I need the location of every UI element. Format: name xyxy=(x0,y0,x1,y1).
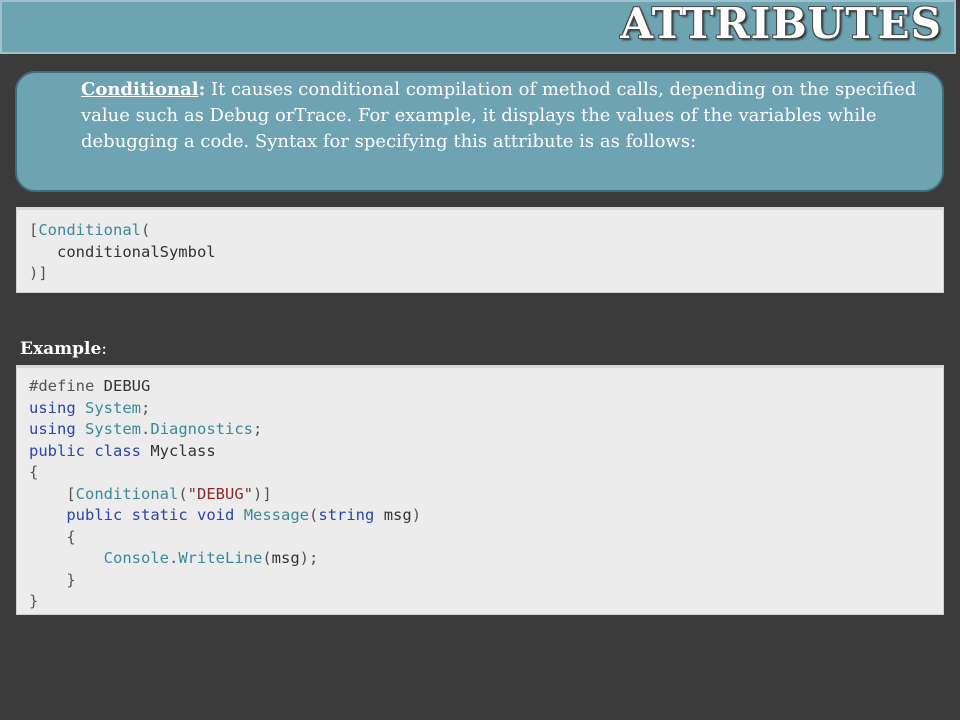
definition-box: Conditional: It causes conditional compi… xyxy=(15,71,944,192)
code-line: { xyxy=(66,527,76,546)
code-line: { xyxy=(29,463,39,481)
code-line: conditionalSymbol xyxy=(29,242,216,261)
example-code-block: #define DEBUG using System; using System… xyxy=(16,365,944,615)
code-line: using System; xyxy=(29,398,151,417)
code-line: #define DEBUG xyxy=(29,377,151,395)
code-line: [Conditional( xyxy=(29,221,151,239)
definition-text: Conditional: It causes conditional compi… xyxy=(81,77,918,155)
code-line: } xyxy=(66,570,76,589)
code-line: [Conditional("DEBUG")] xyxy=(66,484,272,503)
code-line: public static void Message(string msg) xyxy=(66,506,422,524)
example-label-colon: : xyxy=(101,339,107,359)
slide-title: ATTRIBUTES xyxy=(620,0,942,48)
code-line: using System.Diagnostics; xyxy=(29,420,263,438)
code-line: public class Myclass xyxy=(29,441,216,460)
example-label: Example: xyxy=(20,339,107,359)
title-bar: ATTRIBUTES xyxy=(0,0,956,54)
definition-term: Conditional xyxy=(81,79,199,100)
syntax-code-block: [Conditional( conditionalSymbol )] xyxy=(16,207,944,293)
example-label-text: Example xyxy=(20,339,102,359)
code-line: )] xyxy=(29,264,48,282)
code-line: } xyxy=(29,592,39,610)
code-line: Console.WriteLine(msg); xyxy=(103,549,319,567)
definition-body: It causes conditional compilation of met… xyxy=(81,79,917,152)
